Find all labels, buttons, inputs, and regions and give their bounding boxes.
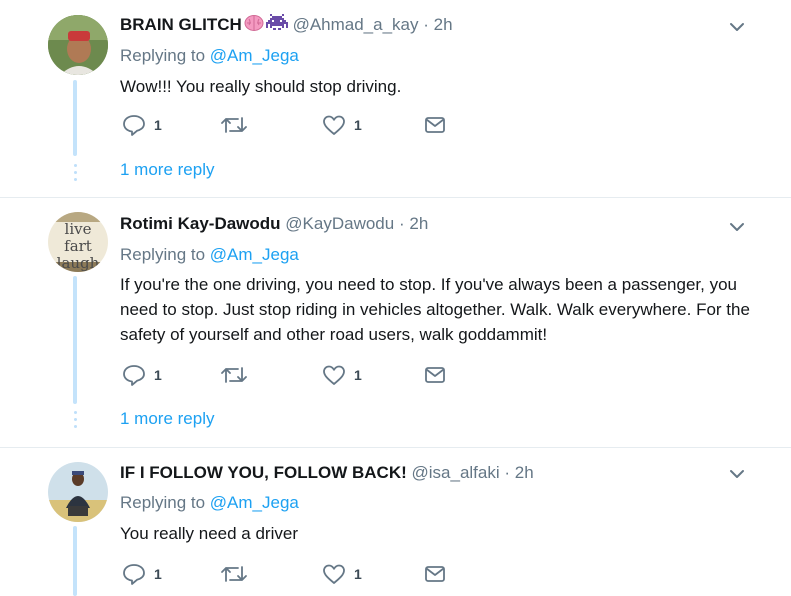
brain-icon xyxy=(244,15,264,31)
tweet-text: If you're the one driving, you need to s… xyxy=(120,275,750,344)
tweet-actions: 1 1 xyxy=(120,562,460,586)
avatar-image: live fart laugh xyxy=(48,212,108,272)
tweet-header: BRAIN GLITCH @Ahmad_a_kay · 2h xyxy=(120,14,453,36)
tweet-header: Rotimi Kay-Dawodu @KayDawodu · 2h xyxy=(120,213,428,235)
alien-monster-icon xyxy=(265,14,288,30)
retweet-button[interactable] xyxy=(220,562,248,586)
separator: · xyxy=(423,15,429,34)
like-button[interactable]: 1 xyxy=(322,113,362,137)
replying-to: Replying to @Am_Jega xyxy=(120,244,299,266)
thread-line xyxy=(73,80,77,156)
mention-link[interactable]: @Am_Jega xyxy=(210,46,299,65)
retweet-icon xyxy=(221,367,247,383)
reply-button[interactable]: 1 xyxy=(122,562,162,586)
avatar-text-2: fart xyxy=(64,237,92,255)
mention-link[interactable]: @Am_Jega xyxy=(210,493,299,512)
direct-message-button[interactable] xyxy=(424,562,446,586)
separator: · xyxy=(504,463,511,482)
thread-line xyxy=(73,526,77,596)
timestamp[interactable]: 2h xyxy=(409,214,428,233)
replying-prefix: Replying to xyxy=(120,245,206,264)
heart-icon xyxy=(323,115,345,135)
tweet-text: You really need a driver xyxy=(120,524,298,543)
avatar[interactable] xyxy=(48,15,108,75)
like-button[interactable]: 1 xyxy=(322,562,362,586)
replying-to: Replying to @Am_Jega xyxy=(120,45,299,67)
direct-message-button[interactable] xyxy=(424,363,446,387)
envelope-icon xyxy=(425,566,445,582)
avatar-text-3: laugh xyxy=(57,254,100,272)
mention-link[interactable]: @Am_Jega xyxy=(210,245,299,264)
tweet-3[interactable]: IF I FOLLOW YOU, FOLLOW BACK! @isa_alfak… xyxy=(0,448,791,596)
avatar[interactable] xyxy=(48,462,108,522)
tweet-1[interactable]: BRAIN GLITCH @Ahmad_a_kay · 2h Replying … xyxy=(0,0,791,197)
chevron-down-icon[interactable] xyxy=(728,465,746,483)
tweet-actions: 1 1 xyxy=(120,363,460,387)
like-count: 1 xyxy=(354,367,362,383)
avatar-image xyxy=(48,462,108,522)
retweet-button[interactable] xyxy=(220,113,248,137)
replying-prefix: Replying to xyxy=(120,493,206,512)
avatar-image xyxy=(48,15,108,75)
tweet-actions: 1 1 xyxy=(120,113,460,137)
reply-button[interactable]: 1 xyxy=(122,363,162,387)
more-replies-link[interactable]: 1 more reply xyxy=(120,159,214,181)
reply-count: 1 xyxy=(154,117,162,133)
direct-message-button[interactable] xyxy=(424,113,446,137)
heart-icon xyxy=(323,564,345,584)
heart-icon xyxy=(323,365,345,385)
retweet-icon xyxy=(221,566,247,582)
reply-button[interactable]: 1 xyxy=(122,113,162,137)
envelope-icon xyxy=(425,117,445,133)
separator: · xyxy=(398,214,405,233)
reply-icon xyxy=(123,115,145,136)
like-count: 1 xyxy=(354,117,362,133)
user-handle[interactable]: @isa_alfaki xyxy=(412,463,500,482)
reply-count: 1 xyxy=(154,367,162,383)
display-name[interactable]: Rotimi Kay-Dawodu xyxy=(120,214,281,233)
thread-dots xyxy=(72,164,78,181)
tweet-text: Wow!!! You really should stop driving. xyxy=(120,77,402,96)
chevron-down-icon[interactable] xyxy=(728,18,746,36)
tweet-2[interactable]: live fart laugh Rotimi Kay-Dawodu @KayDa… xyxy=(0,198,791,447)
avatar-text-1: live xyxy=(65,220,92,238)
tweet-header: IF I FOLLOW YOU, FOLLOW BACK! @isa_alfak… xyxy=(120,462,534,484)
display-name[interactable]: IF I FOLLOW YOU, FOLLOW BACK! xyxy=(120,463,407,482)
like-count: 1 xyxy=(354,566,362,582)
avatar[interactable]: live fart laugh xyxy=(48,212,108,272)
user-handle[interactable]: @KayDawodu xyxy=(285,214,394,233)
thread-line xyxy=(73,276,77,404)
retweet-button[interactable] xyxy=(220,363,248,387)
envelope-icon xyxy=(425,367,445,383)
timestamp[interactable]: 2h xyxy=(434,15,453,34)
user-handle[interactable]: @Ahmad_a_kay xyxy=(293,15,419,34)
like-button[interactable]: 1 xyxy=(322,363,362,387)
reply-count: 1 xyxy=(154,566,162,582)
thread-dots xyxy=(72,411,78,428)
reply-icon xyxy=(123,365,145,386)
replying-prefix: Replying to xyxy=(120,46,206,65)
reply-icon xyxy=(123,564,145,585)
replying-to: Replying to @Am_Jega xyxy=(120,492,299,514)
more-replies-link[interactable]: 1 more reply xyxy=(120,408,214,430)
display-name[interactable]: BRAIN GLITCH xyxy=(120,15,242,34)
retweet-icon xyxy=(221,117,247,133)
timestamp[interactable]: 2h xyxy=(515,463,534,482)
chevron-down-icon[interactable] xyxy=(728,218,746,236)
